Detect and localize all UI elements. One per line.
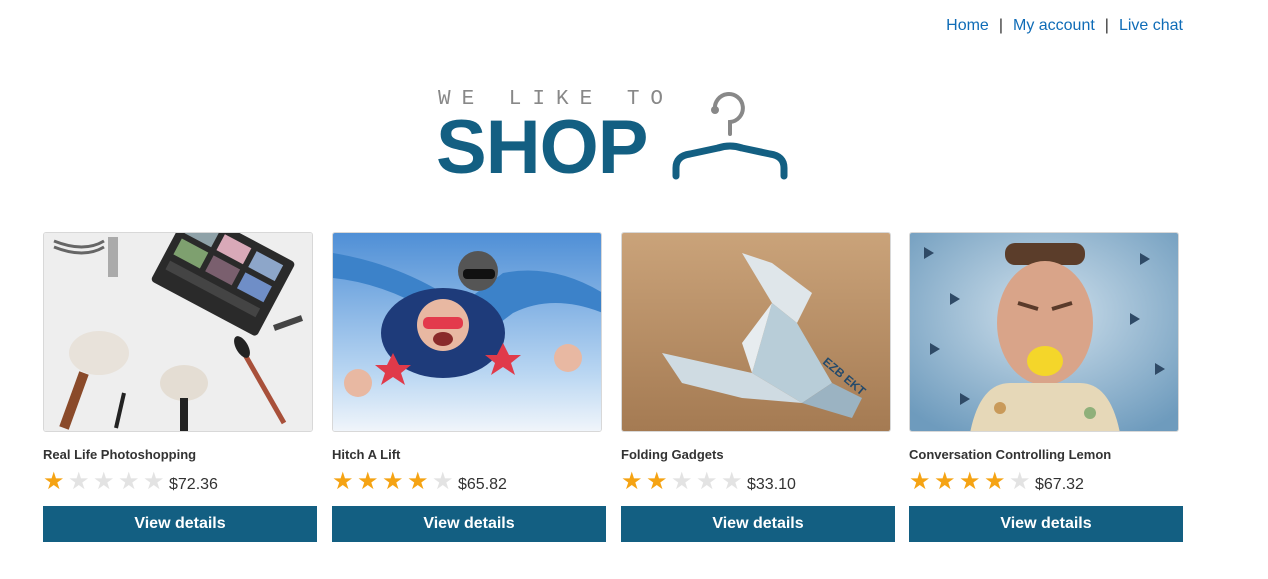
star-empty-icon: ★ [432, 468, 454, 495]
star-filled-icon: ★ [382, 468, 404, 495]
star-empty-icon: ★ [68, 468, 90, 495]
product-price: $33.10 [747, 476, 796, 493]
star-filled-icon: ★ [959, 468, 981, 495]
nav-separator: | [1104, 17, 1109, 34]
star-filled-icon: ★ [332, 468, 354, 495]
site-logo[interactable]: WE LIKE TO SHOP [436, 84, 796, 190]
star-empty-icon: ★ [721, 468, 743, 495]
star-rating: ★ ★ ★ ★ ★ $67.32 [909, 469, 1183, 495]
star-rating: ★ ★ ★ ★ ★ $72.36 [43, 469, 317, 495]
product-card: Conversation Controlling Lemon ★ ★ ★ ★ ★ $67… [909, 232, 1183, 542]
nav-separator: | [998, 17, 1003, 34]
view-details-button[interactable]: View details [621, 506, 895, 542]
home-link[interactable]: Home [946, 17, 989, 34]
top-navigation: Home | My account | Live chat [946, 17, 1183, 35]
product-card: Real Life Photoshopping ★ ★ ★ ★ ★ $72.36 Vie… [43, 232, 317, 542]
product-image-origami[interactable]: EZB EKT [621, 232, 891, 432]
star-filled-icon: ★ [646, 468, 668, 495]
product-price: $67.32 [1035, 476, 1084, 493]
star-empty-icon: ★ [696, 468, 718, 495]
view-details-button[interactable]: View details [909, 506, 1183, 542]
product-image-skydivers[interactable] [332, 232, 602, 432]
star-filled-icon: ★ [909, 468, 931, 495]
star-empty-icon: ★ [671, 468, 693, 495]
star-filled-icon: ★ [357, 468, 379, 495]
product-image-lemon[interactable] [909, 232, 1179, 432]
product-price: $65.82 [458, 476, 507, 493]
product-name: Hitch A Lift [332, 447, 401, 462]
star-empty-icon: ★ [143, 468, 165, 495]
product-name: Real Life Photoshopping [43, 447, 197, 462]
product-price: $72.36 [169, 476, 218, 493]
my-account-link[interactable]: My account [1013, 17, 1095, 34]
star-filled-icon: ★ [621, 468, 643, 495]
star-filled-icon: ★ [407, 468, 429, 495]
live-chat-link[interactable]: Live chat [1119, 17, 1183, 34]
view-details-button[interactable]: View details [332, 506, 606, 542]
star-empty-icon: ★ [1009, 468, 1031, 495]
view-details-button[interactable]: View details [43, 506, 317, 542]
star-empty-icon: ★ [93, 468, 115, 495]
star-rating: ★ ★ ★ ★ ★ $33.10 [621, 469, 895, 495]
product-image-makeup[interactable] [43, 232, 313, 432]
product-card: Hitch A Lift ★ ★ ★ ★ ★ $65.82 View details [332, 232, 606, 542]
star-filled-icon: ★ [43, 468, 65, 495]
star-filled-icon: ★ [984, 468, 1006, 495]
product-name: Conversation Controlling Lemon [909, 447, 1112, 462]
star-empty-icon: ★ [118, 468, 140, 495]
coat-hanger-icon [672, 92, 788, 180]
product-card: EZB EKT Folding Gadgets ★ ★ ★ ★ ★ $33.10 Vie… [621, 232, 895, 542]
logo-wordmark: SHOP [436, 105, 648, 190]
product-name: Folding Gadgets [621, 447, 724, 462]
star-rating: ★ ★ ★ ★ ★ $65.82 [332, 469, 606, 495]
star-filled-icon: ★ [934, 468, 956, 495]
